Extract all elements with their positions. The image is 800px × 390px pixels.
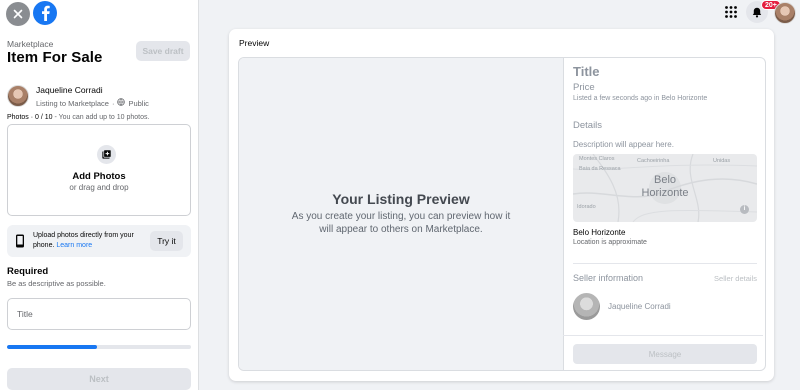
map-label-montes-claros: Montes Claros [579, 156, 615, 162]
preview-heading: Preview [239, 38, 270, 48]
progress-bar [7, 345, 191, 349]
location-name: Belo Horizonte [573, 228, 626, 237]
info-icon[interactable]: i [740, 205, 749, 214]
save-draft-button[interactable]: Save draft [136, 41, 190, 61]
preview-description: Description will appear here. [573, 140, 674, 149]
required-heading: Required [7, 266, 49, 277]
preview-price: Price [573, 82, 595, 93]
map-label-cachoeirinha: Cachoeirinha [637, 158, 670, 164]
avatar [7, 85, 29, 107]
listing-sidebar: Marketplace Item For Sale Save draft Jaq… [0, 0, 199, 390]
progress-fill [7, 345, 98, 349]
seller-avatar [573, 293, 600, 320]
page-title: Item For Sale [7, 49, 103, 66]
add-photo-icon [97, 145, 116, 164]
required-subtext: Be as descriptive as possible. [7, 279, 106, 288]
user-name: Jaqueline Corradi [36, 85, 103, 95]
seller-name: Jaqueline Corradi [608, 302, 671, 311]
facebook-logo-icon [42, 5, 50, 21]
close-button[interactable] [6, 2, 30, 26]
add-photos-dropzone[interactable]: Add Photos or drag and drop [7, 124, 191, 216]
preview-listed-time: Listed a few seconds ago in Belo Horizon… [573, 95, 708, 102]
divider [573, 263, 757, 264]
preview-details: Title Price Listed a few seconds ago in … [563, 58, 763, 370]
map-label-baia-da-ressaca: Baia da Ressaca [579, 166, 621, 172]
profile-avatar[interactable] [774, 2, 796, 24]
separator: · [111, 98, 115, 108]
map-label-idorado: Idorado [577, 204, 596, 210]
phone-icon [15, 234, 25, 253]
preview-image-area: Your Listing Preview As you create your … [239, 58, 564, 370]
close-icon [13, 9, 23, 19]
listing-audience: Listing to Marketplace · Public [36, 98, 149, 108]
location-note: Location is approximate [573, 239, 647, 246]
location-map: Montes Claros Cachoeirinha Unidas Baia d… [573, 154, 757, 222]
seller-details-link[interactable]: Seller details [714, 274, 757, 283]
learn-more-link[interactable]: Learn more [56, 242, 92, 249]
preview-card: Preview Your Listing Preview As you crea… [229, 29, 774, 381]
photos-label: Photos · 0 / 10 [7, 114, 53, 121]
map-city-line2: Horizonte [641, 187, 689, 199]
preview-details-heading: Details [573, 120, 603, 131]
map-label-unidas: Unidas [713, 158, 731, 164]
add-photos-label: Add Photos [72, 171, 126, 182]
footer-divider [563, 335, 763, 336]
drag-drop-label: or drag and drop [69, 183, 129, 192]
listing-to-label: Listing to Marketplace [36, 98, 109, 108]
grid-menu-icon[interactable] [724, 5, 738, 19]
photos-count: Photos · 0 / 10 - You can add up to 10 p… [7, 114, 149, 121]
upload-text: Upload photos directly from your phone. … [33, 231, 143, 251]
globe-icon [117, 98, 126, 108]
preview-title: Title [573, 64, 600, 79]
seller-heading: Seller information [573, 273, 644, 283]
photos-hint: - You can add up to 10 photos. [52, 114, 150, 121]
preview-frame: Your Listing Preview As you create your … [238, 57, 766, 371]
next-button[interactable]: Next [7, 368, 191, 390]
map-city-line1: Belo [653, 174, 677, 186]
try-it-button[interactable]: Try it [150, 231, 183, 251]
preview-placeholder-title: Your Listing Preview [332, 191, 470, 207]
facebook-logo[interactable] [33, 1, 57, 25]
preview-placeholder-text: As you create your listing, you can prev… [291, 211, 511, 235]
message-button[interactable]: Message [573, 344, 757, 364]
map-city-label: Belo Horizonte [573, 174, 757, 200]
privacy-label: Public [128, 98, 149, 108]
section-label: Marketplace [7, 39, 54, 49]
bell-icon [752, 7, 762, 17]
phone-upload-banner: Upload photos directly from your phone. … [7, 225, 191, 257]
title-input[interactable] [7, 298, 191, 330]
